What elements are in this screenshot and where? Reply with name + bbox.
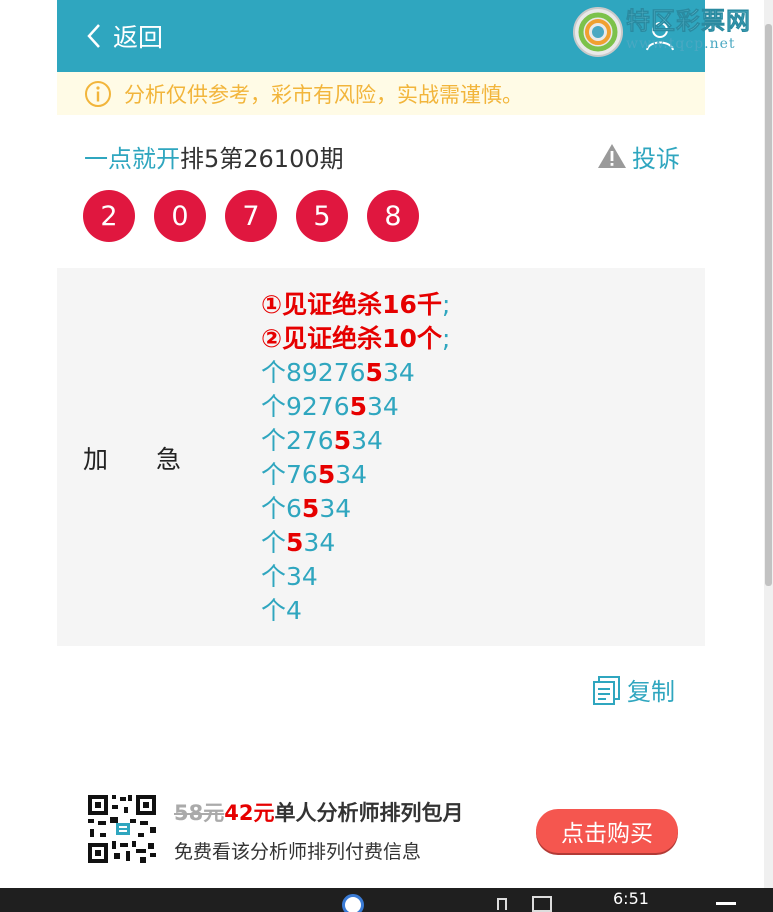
browser-taskbar-icon[interactable] xyxy=(342,894,364,912)
subscription-promo: 58元42元单人分析师排列包月 免费看该分析师排列付费信息 点击购买 xyxy=(86,793,686,865)
old-price: 58元 xyxy=(174,801,225,825)
copy-label: 复制 xyxy=(627,678,675,706)
complain-label: 投诉 xyxy=(632,144,680,173)
number-line: 个34 xyxy=(261,560,450,594)
issue-title: 一点就开排5第26100期 xyxy=(84,139,344,174)
result-ball: 7 xyxy=(225,190,277,242)
number-suffix: 34 xyxy=(382,358,415,387)
result-ball: 5 xyxy=(296,190,348,242)
prediction-content: 加急 ①见证绝杀16千; ②见证绝杀10个; 个89276534 个927653… xyxy=(57,268,705,646)
number-highlight: 5 xyxy=(365,358,383,387)
number-prefix: 个4 xyxy=(261,596,302,625)
number-highlight: 5 xyxy=(286,528,304,557)
number-prefix: 个6 xyxy=(261,494,302,523)
draw-result-balls: 2 0 7 5 8 xyxy=(83,190,438,242)
risk-notice: 分析仅供参考，彩市有风险，实战需谨慎。 xyxy=(57,72,705,115)
kill-line-separator: ; xyxy=(441,324,451,353)
number-prefix: 个34 xyxy=(261,562,318,591)
number-prefix: 个89276 xyxy=(261,358,366,387)
tray-window-icon[interactable] xyxy=(532,896,552,912)
notice-text: 分析仅供参考，彩市有风险，实战需谨慎。 xyxy=(124,82,523,107)
buy-button[interactable]: 点击购买 xyxy=(536,809,678,853)
number-highlight: 5 xyxy=(317,460,336,489)
number-suffix: 34 xyxy=(303,528,336,557)
number-highlight: 5 xyxy=(349,392,368,421)
number-line: 个89276534 xyxy=(261,356,450,390)
kill-line: ②见证绝杀10个; xyxy=(261,322,450,356)
number-suffix: 34 xyxy=(367,392,399,421)
watermark-logo-icon xyxy=(573,7,623,57)
copy-button[interactable]: 复制 xyxy=(591,672,675,707)
issue-title-row: 一点就开排5第26100期 投诉 xyxy=(84,139,680,174)
result-ball: 8 xyxy=(367,190,419,242)
number-prefix: 个9276 xyxy=(261,392,350,421)
number-highlight: 5 xyxy=(333,426,352,455)
number-suffix: 34 xyxy=(351,426,383,455)
promo-title-text: 单人分析师排列包月 xyxy=(274,801,464,825)
back-button[interactable]: 返回 xyxy=(85,18,163,54)
number-line: 个6534 xyxy=(261,492,450,526)
number-suffix: 34 xyxy=(319,494,352,523)
promo-subtitle: 免费看该分析师排列付费信息 xyxy=(174,841,422,863)
copy-icon xyxy=(593,675,620,705)
scrollbar-thumb[interactable] xyxy=(765,24,772,586)
kill-line-separator: ; xyxy=(441,290,451,319)
watermark-title: 特区彩票网 xyxy=(626,7,751,36)
category-label: 加急 xyxy=(83,445,230,474)
back-label: 返回 xyxy=(113,23,164,52)
page-scrollbar[interactable] xyxy=(764,0,773,888)
kill-line-text: ①见证绝杀16千 xyxy=(261,290,442,319)
watermark-url: www.tqcp.net xyxy=(626,36,736,52)
number-prefix: 个276 xyxy=(261,426,334,455)
warning-icon xyxy=(598,144,626,168)
info-icon xyxy=(85,80,111,107)
kill-line-text: ②见证绝杀10个 xyxy=(261,324,442,353)
result-ball: 2 xyxy=(83,190,135,242)
issue-number: 排5第26100期 xyxy=(180,144,344,173)
number-line: 个276534 xyxy=(261,424,450,458)
brand-name[interactable]: 一点就开 xyxy=(84,145,180,173)
complain-button[interactable]: 投诉 xyxy=(596,139,680,174)
show-desktop-icon[interactable] xyxy=(716,902,736,905)
number-prefix: 个76 xyxy=(261,460,318,489)
chevron-left-icon xyxy=(87,24,100,48)
new-price: 42元 xyxy=(224,801,275,825)
kill-line: ①见证绝杀16千; xyxy=(261,288,450,322)
number-line: 个9276534 xyxy=(261,390,450,424)
site-watermark: 特区彩票网 www.tqcp.net xyxy=(572,6,772,70)
prediction-lines: ①见证绝杀16千; ②见证绝杀10个; 个89276534 个9276534 个… xyxy=(261,288,450,628)
os-taskbar: 6:51 xyxy=(0,888,773,912)
number-line: 个76534 xyxy=(261,458,450,492)
number-line: 个4 xyxy=(261,594,450,628)
tray-arrow-icon[interactable] xyxy=(497,898,507,910)
number-prefix: 个 xyxy=(261,528,287,557)
taskbar-clock[interactable]: 6:51 xyxy=(613,889,649,908)
number-line: 个534 xyxy=(261,526,450,560)
promo-title: 58元42元单人分析师排列包月 xyxy=(174,797,463,827)
number-highlight: 5 xyxy=(301,494,320,523)
qr-code-icon xyxy=(86,793,158,865)
number-suffix: 34 xyxy=(335,460,368,489)
result-ball: 0 xyxy=(154,190,206,242)
